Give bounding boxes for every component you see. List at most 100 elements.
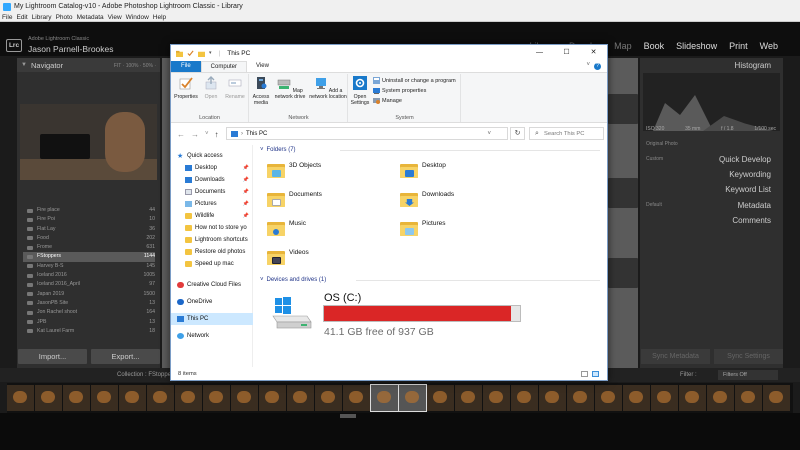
module-web[interactable]: Web: [760, 41, 778, 51]
filmstrip-thumb[interactable]: [707, 385, 734, 411]
details-view-icon[interactable]: [581, 371, 588, 377]
breadcrumb-chevron-icon[interactable]: ›: [241, 131, 243, 137]
navigator-preview[interactable]: [20, 104, 157, 180]
folder-videos[interactable]: Videos: [267, 249, 309, 265]
large-icons-view-icon[interactable]: [592, 371, 599, 377]
nav-quick-access[interactable]: ★ Quick access: [177, 150, 251, 162]
folder-item[interactable]: Frome 631: [23, 243, 155, 252]
filmstrip-thumb[interactable]: [35, 385, 62, 411]
folder-item-selected[interactable]: FStoppers 1144: [23, 252, 155, 262]
menu-library[interactable]: Library: [32, 14, 52, 21]
properties-check-icon[interactable]: [187, 50, 194, 57]
grid-thumbnail[interactable]: [608, 94, 638, 124]
navigator-header[interactable]: ▼ Navigator FIT · 100% · 50% ·: [17, 58, 160, 72]
close-button[interactable]: ✕: [580, 45, 607, 61]
export-button[interactable]: Export...: [91, 349, 160, 364]
menu-window[interactable]: Window: [126, 14, 149, 21]
filmstrip-thumb[interactable]: [511, 385, 538, 411]
grid-thumbnail[interactable]: [608, 178, 638, 208]
nav-pinned-folder[interactable]: How not to store yo: [185, 222, 251, 234]
filmstrip-thumb[interactable]: [343, 385, 370, 411]
sync-metadata-button[interactable]: Sync Metadata: [641, 349, 710, 364]
new-folder-icon[interactable]: [198, 50, 205, 57]
filter-dropdown[interactable]: Filters Off: [718, 370, 778, 380]
refresh-icon[interactable]: ↻: [510, 127, 525, 140]
filmstrip-thumb[interactable]: [427, 385, 454, 411]
recent-locations-chevron-icon[interactable]: ˅: [205, 131, 209, 137]
filmstrip-thumb[interactable]: [203, 385, 230, 411]
system-properties-button[interactable]: System properties: [373, 87, 426, 94]
filmstrip-thumb[interactable]: [595, 385, 622, 411]
open-button[interactable]: Open: [201, 76, 221, 100]
help-icon[interactable]: ?: [594, 63, 601, 70]
search-input[interactable]: ⌕ Search This PC: [529, 127, 604, 140]
nav-network[interactable]: Network: [177, 330, 251, 342]
folder-3d-objects[interactable]: 3D Objects: [267, 162, 321, 178]
tab-computer[interactable]: Computer: [200, 61, 248, 72]
folder-item[interactable]: Jon Rachel shoot 164: [23, 308, 155, 317]
filmstrip-thumb[interactable]: [119, 385, 146, 411]
filmstrip-thumb[interactable]: [287, 385, 314, 411]
filmstrip-thumb[interactable]: [315, 385, 342, 411]
filmstrip-thumb[interactable]: [63, 385, 90, 411]
filmstrip-thumb[interactable]: [735, 385, 762, 411]
import-button[interactable]: Import...: [18, 349, 87, 364]
up-arrow-icon[interactable]: ↑: [215, 130, 219, 139]
filmstrip-source[interactable]: Collection : FStoppers: [117, 372, 176, 378]
folder-item[interactable]: Iceland 2016_April 97: [23, 280, 155, 289]
module-slideshow[interactable]: Slideshow: [676, 41, 717, 51]
filmstrip-thumb[interactable]: [147, 385, 174, 411]
ribbon-collapse-chevron-icon[interactable]: ˅: [586, 62, 590, 68]
folder-item[interactable]: Food 202: [23, 234, 155, 243]
folder-item[interactable]: Japan 2019 1500: [23, 290, 155, 299]
filmstrip-thumb-selected[interactable]: [398, 384, 427, 412]
menu-help[interactable]: Help: [153, 14, 166, 21]
module-map[interactable]: Map: [614, 41, 632, 51]
folder-item[interactable]: Fire Poi 10: [23, 215, 155, 224]
filmstrip-thumb[interactable]: [231, 385, 258, 411]
navigator-zoom-options[interactable]: FIT · 100% · 50% ·: [114, 63, 156, 69]
menu-metadata[interactable]: Metadata: [77, 14, 104, 21]
uninstall-program-button[interactable]: Uninstall or change a program: [373, 77, 456, 84]
histogram-title[interactable]: Histogram: [640, 58, 783, 72]
address-bar[interactable]: › This PC ˅: [226, 127, 508, 140]
folder-item[interactable]: JasonPB Site 13: [23, 299, 155, 308]
filmstrip-thumb[interactable]: [651, 385, 678, 411]
breadcrumb-this-pc[interactable]: This PC: [246, 131, 267, 137]
customize-toolbar-chevron-icon[interactable]: ▾: [209, 50, 212, 56]
folder-item[interactable]: Iceland 2016 1005: [23, 271, 155, 280]
filmstrip-thumb[interactable]: [7, 385, 34, 411]
nav-this-pc[interactable]: This PC: [171, 313, 253, 325]
panel-quick-develop[interactable]: Quick Develop: [719, 155, 771, 164]
folder-item[interactable]: Harvey B-S 145: [23, 262, 155, 271]
folder-item[interactable]: Kat Laurel Farm 18: [23, 327, 155, 336]
nav-pinned-desktop[interactable]: Desktop 📌: [185, 162, 251, 174]
nav-pinned-folder[interactable]: Restore old photos: [185, 246, 251, 258]
devices-section-header[interactable]: ˅ Devices and drives (1): [260, 277, 600, 283]
add-network-location-button[interactable]: Add a network location: [309, 76, 347, 100]
nav-pinned-downloads[interactable]: Downloads 📌: [185, 174, 251, 186]
filmstrip-thumb-selected[interactable]: [370, 384, 399, 412]
nav-pinned-wildlife[interactable]: Wildlife 📌: [185, 210, 251, 222]
nav-pinned-folder[interactable]: Speed up mac: [185, 258, 251, 270]
module-print[interactable]: Print: [729, 41, 748, 51]
folder-item[interactable]: Flat Lay 36: [23, 225, 155, 234]
nav-pinned-documents[interactable]: Documents 📌: [185, 186, 251, 198]
manage-button[interactable]: Manage: [373, 97, 402, 104]
nav-pinned-pictures[interactable]: Pictures 📌: [185, 198, 251, 210]
maximize-button[interactable]: ☐: [553, 45, 580, 61]
filmstrip-resize-grip[interactable]: [340, 414, 356, 418]
open-settings-button[interactable]: Open Settings: [349, 76, 371, 106]
filmstrip-thumb[interactable]: [175, 385, 202, 411]
filmstrip-thumb[interactable]: [483, 385, 510, 411]
filmstrip-thumb[interactable]: [91, 385, 118, 411]
grid-thumbnail[interactable]: [608, 258, 638, 288]
address-history-chevron-icon[interactable]: ˅: [487, 131, 491, 137]
panel-keywording[interactable]: Keywording: [729, 170, 771, 179]
back-arrow-icon[interactable]: ←: [177, 130, 185, 139]
rename-button[interactable]: Rename: [223, 76, 247, 100]
menu-file[interactable]: File: [2, 14, 12, 21]
menu-view[interactable]: View: [108, 14, 122, 21]
filmstrip-thumb[interactable]: [567, 385, 594, 411]
panel-comments[interactable]: Comments: [732, 216, 771, 225]
